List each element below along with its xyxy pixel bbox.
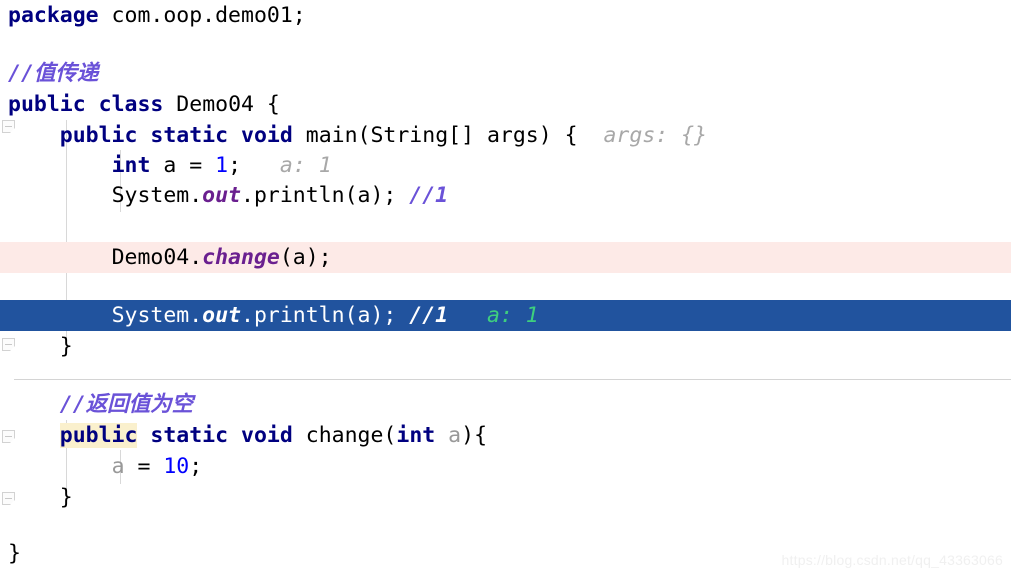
- keyword-public-highlighted: public: [59, 423, 138, 448]
- demo04-prefix: Demo04.: [111, 245, 203, 270]
- code-line-package[interactable]: package com.oop.demo01;: [0, 0, 1011, 31]
- code-line-class-decl[interactable]: public class Demo04 {: [0, 89, 1011, 120]
- closing-brace-change: }: [59, 485, 73, 510]
- code-line-change-call[interactable]: Demo04.change(a);: [0, 242, 1011, 273]
- comment-output-1: //1: [409, 183, 449, 208]
- println-call: .println(a);: [241, 183, 410, 208]
- keyword-void: void: [241, 123, 293, 148]
- println-call: .println(a);: [241, 303, 410, 328]
- closing-brace-class: }: [8, 541, 21, 566]
- assign-operator: =: [124, 454, 164, 479]
- inline-hint-a: a: 1: [241, 153, 332, 178]
- keyword-int: int: [111, 153, 151, 178]
- number-literal: 1: [215, 153, 229, 178]
- comment-void-return: //返回值为空: [59, 392, 194, 417]
- main-method-signature: main(String[] args) {: [292, 123, 578, 148]
- parameter-a: a: [111, 454, 125, 479]
- watermark-url: https://blog.csdn.net/qq_43363066: [781, 552, 1003, 568]
- change-signature-close: ){: [461, 423, 488, 448]
- code-line-println-2-selected[interactable]: System.out.println(a); //1 a: 1: [0, 300, 1011, 331]
- code-line-comment-void-return[interactable]: //返回值为空: [0, 389, 1011, 420]
- code-line-int-a[interactable]: int a = 1; a: 1: [0, 150, 1011, 181]
- package-name: com.oop.demo01;: [98, 3, 306, 28]
- keyword-int: int: [396, 423, 436, 448]
- assignment-a: a =: [150, 153, 216, 178]
- keyword-package: package: [8, 3, 99, 28]
- code-line-main-signature[interactable]: public static void main(String[] args) {…: [0, 120, 1011, 151]
- system-prefix: System.: [111, 183, 203, 208]
- class-name-demo04: Demo04 {: [163, 92, 280, 117]
- inline-hint-a-selected: a: 1: [448, 303, 539, 328]
- method-separator: [14, 379, 1011, 380]
- keyword-void: void: [241, 423, 293, 448]
- parameter-a: a: [448, 423, 462, 448]
- comment-value-pass: //值传递: [8, 61, 99, 86]
- comment-output-1: //1: [409, 303, 449, 328]
- keyword-class: class: [98, 92, 164, 117]
- static-field-out: out: [202, 183, 242, 208]
- keyword-public: public: [8, 92, 86, 117]
- semicolon: ;: [189, 454, 203, 479]
- code-line-change-close[interactable]: }: [0, 482, 1011, 513]
- semicolon: ;: [228, 153, 242, 178]
- code-line-println-1[interactable]: System.out.println(a); //1: [0, 180, 1011, 211]
- code-line-comment-value-pass[interactable]: //值传递: [0, 58, 1011, 89]
- change-method-name: change(: [292, 423, 397, 448]
- closing-brace-main: }: [59, 334, 73, 359]
- code-line-assign-10[interactable]: a = 10;: [0, 451, 1011, 482]
- inline-hint-args: args: {}: [577, 123, 708, 148]
- code-line-change-signature[interactable]: public static void change(int a){: [0, 420, 1011, 451]
- system-prefix: System.: [111, 303, 203, 328]
- keyword-public: public: [59, 123, 138, 148]
- keyword-static: static: [150, 123, 229, 148]
- keyword-static: static: [150, 423, 229, 448]
- code-editor[interactable]: package com.oop.demo01; //值传递 public cla…: [0, 0, 1011, 576]
- number-literal-10: 10: [163, 454, 190, 479]
- method-change: change: [202, 245, 280, 270]
- static-field-out: out: [202, 303, 242, 328]
- change-args: (a);: [279, 245, 332, 270]
- code-line-main-close[interactable]: }: [0, 331, 1011, 362]
